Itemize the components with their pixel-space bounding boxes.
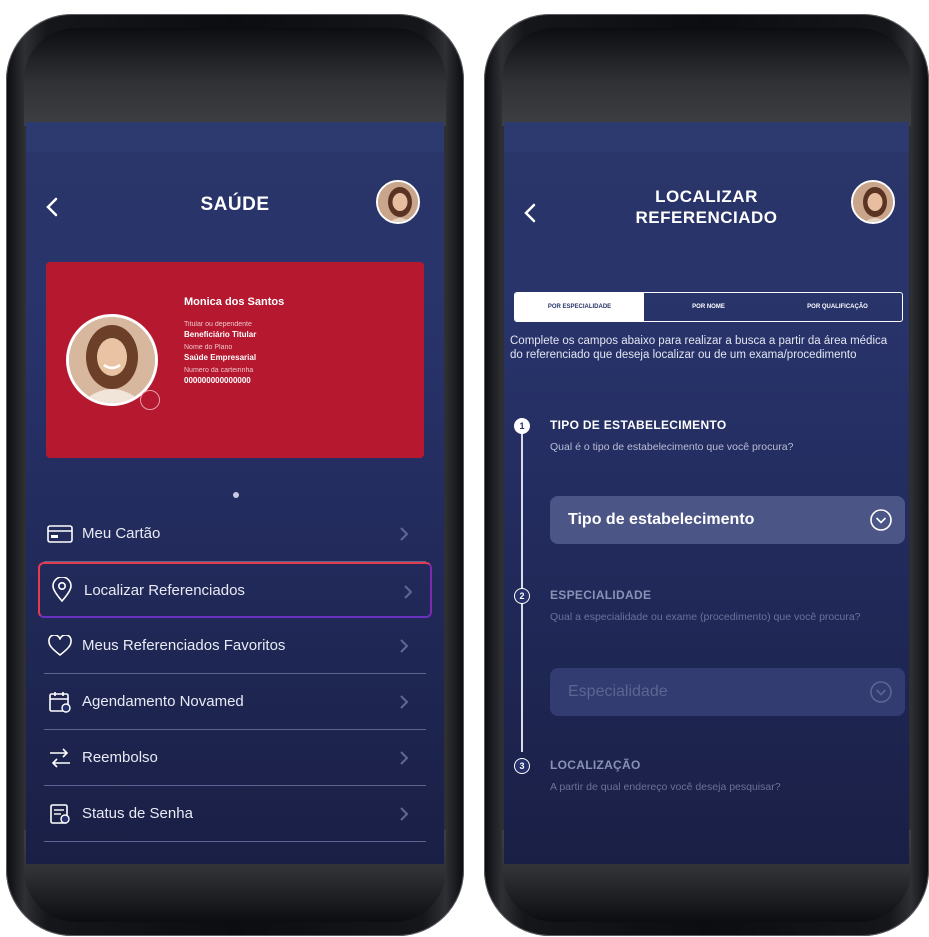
- member-name: Monica dos Santos: [184, 296, 285, 308]
- user-avatar[interactable]: [851, 180, 895, 224]
- menu-item-label: Status de Senha: [82, 805, 193, 822]
- tab-por-especialidade[interactable]: POR ESPECIALIDADE: [515, 293, 644, 321]
- phone-left: SAÚDE Monica dos Santos Titular ou depen…: [6, 14, 464, 936]
- tab-por-qualificacao[interactable]: POR QUALIFICAÇÃO: [773, 293, 902, 321]
- document-icon: [44, 800, 76, 828]
- plan-label: Nome do Plano: [184, 344, 233, 351]
- select-value: Tipo de estabelecimento: [568, 511, 755, 528]
- user-avatar-image: [853, 182, 893, 222]
- tipo-estabelecimento-select[interactable]: Tipo de estabelecimento: [550, 496, 905, 544]
- search-tabs: POR ESPECIALIDADE POR NOME POR QUALIFICA…: [514, 292, 903, 322]
- camera-badge-icon[interactable]: [140, 390, 160, 410]
- step-title-localizacao: LOCALIZAÇÃO: [550, 758, 641, 772]
- chevron-right-icon: [400, 807, 409, 821]
- page-title: LOCALIZAR REFERENCIADO: [594, 186, 819, 228]
- menu-item-label: Agendamento Novamed: [82, 693, 244, 710]
- menu-list: Meu Cartão Localizar Referenciados Meus …: [38, 506, 432, 842]
- step-description: Qual é o tipo de estabelecimento que voc…: [550, 441, 794, 453]
- carousel-indicator[interactable]: [233, 492, 239, 498]
- steps-timeline: [521, 422, 523, 752]
- location-pin-icon: [46, 576, 78, 604]
- page-title-line1: LOCALIZAR: [655, 187, 758, 206]
- step-number-3: 3: [514, 758, 530, 774]
- chevron-right-icon: [400, 695, 409, 709]
- user-avatar-image: [378, 182, 418, 222]
- member-card[interactable]: Monica dos Santos Titular ou dependente …: [46, 262, 424, 458]
- menu-item-label: Reembolso: [82, 749, 158, 766]
- menu-item-meus-referenciados-favoritos[interactable]: Meus Referenciados Favoritos: [44, 618, 426, 674]
- holder-label: Titular ou dependente: [184, 321, 252, 328]
- chevron-down-circle-icon: [870, 509, 892, 531]
- menu-item-status-de-senha[interactable]: Status de Senha: [44, 786, 426, 842]
- menu-item-label: Meu Cartão: [82, 525, 161, 542]
- user-avatar[interactable]: [376, 180, 420, 224]
- menu-item-label: Localizar Referenciados: [84, 581, 245, 599]
- chevron-right-icon: [404, 585, 413, 599]
- status-bar: [504, 122, 909, 152]
- step-description: Qual a especialidade ou exame (procedime…: [550, 611, 861, 623]
- card-info: Monica dos Santos Titular ou dependente …: [184, 296, 416, 389]
- chevron-right-icon: [400, 639, 409, 653]
- phone-top-bezel: [502, 28, 911, 126]
- back-arrow-icon[interactable]: [42, 196, 64, 218]
- card-number-label: Numero da carteirinha: [184, 367, 254, 374]
- select-placeholder: Especialidade: [568, 683, 668, 700]
- menu-item-label: Meus Referenciados Favoritos: [82, 637, 286, 654]
- back-arrow-icon[interactable]: [520, 202, 542, 224]
- step-number-2: 2: [514, 588, 530, 604]
- plan-value: Saúde Empresarial: [184, 353, 257, 362]
- calendar-icon: [44, 688, 76, 716]
- phone-top-bezel: [24, 28, 446, 126]
- step-title-especialidade: ESPECIALIDADE: [550, 588, 652, 602]
- card-number-value: 000000000000000: [184, 376, 251, 385]
- phone-right: LOCALIZAR REFERENCIADO POR ESPECIALIDADE…: [484, 14, 929, 936]
- card-icon: [44, 520, 76, 548]
- intro-text: Complete os campos abaixo para realizar …: [510, 335, 888, 361]
- page-title: SAÚDE: [200, 194, 270, 215]
- especialidade-select[interactable]: Especialidade: [550, 668, 905, 716]
- chevron-right-icon: [400, 527, 409, 541]
- member-photo-image: [69, 317, 155, 403]
- holder-value: Beneficiário Titular: [184, 330, 257, 339]
- menu-item-agendamento-novamed[interactable]: Agendamento Novamed: [44, 674, 426, 730]
- step-number-1: 1: [514, 418, 530, 434]
- step-title-tipo-estabelecimento: TIPO DE ESTABELECIMENTO: [550, 418, 727, 432]
- step-description: A partir de qual endereço você deseja pe…: [550, 781, 781, 793]
- transfer-arrows-icon: [44, 744, 76, 772]
- menu-item-localizar-referenciados[interactable]: Localizar Referenciados: [38, 562, 432, 618]
- page-title-line2: REFERENCIADO: [635, 208, 778, 227]
- saude-screen: SAÚDE Monica dos Santos Titular ou depen…: [26, 122, 444, 864]
- localizar-referenciado-screen: LOCALIZAR REFERENCIADO POR ESPECIALIDADE…: [504, 122, 909, 864]
- chevron-right-icon: [400, 751, 409, 765]
- heart-icon: [44, 632, 76, 660]
- chevron-down-circle-icon: [870, 681, 892, 703]
- menu-item-meu-cartao[interactable]: Meu Cartão: [44, 506, 426, 562]
- tab-por-nome[interactable]: POR NOME: [644, 293, 773, 321]
- status-bar: [26, 122, 444, 152]
- menu-item-reembolso[interactable]: Reembolso: [44, 730, 426, 786]
